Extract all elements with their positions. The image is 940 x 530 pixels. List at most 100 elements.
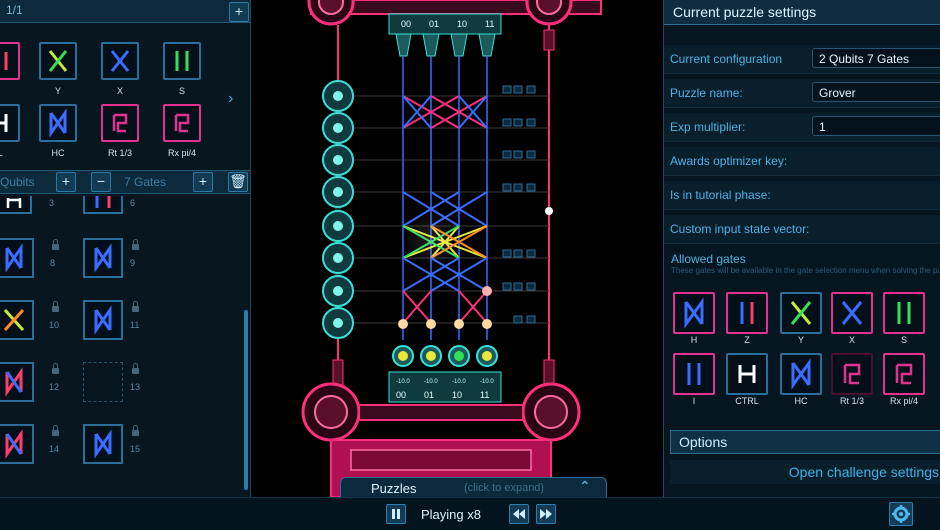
hc-gate-icon bbox=[49, 108, 67, 138]
next-page-arrow-icon[interactable]: › bbox=[228, 90, 233, 108]
expand-hint: (click to expand) bbox=[464, 482, 545, 494]
palette-gate-partial[interactable] bbox=[0, 42, 20, 80]
palette-gate-rt[interactable] bbox=[101, 104, 139, 142]
palette-gate-label: Rx pi/4 bbox=[167, 148, 196, 158]
settings-title: Current puzzle settings bbox=[673, 4, 817, 20]
add-gate-button[interactable]: + bbox=[193, 172, 213, 192]
allowed-gate-z[interactable] bbox=[726, 292, 768, 334]
gate-slot[interactable] bbox=[83, 300, 123, 340]
allowed-gate-label: I bbox=[692, 396, 696, 406]
palette-gate-label: RL bbox=[0, 148, 3, 158]
chevron-up-icon[interactable]: ⌃ bbox=[579, 478, 591, 495]
options-label: Options bbox=[679, 434, 728, 450]
allowed-gate-s[interactable] bbox=[883, 292, 925, 334]
gate-slot-empty[interactable] bbox=[83, 362, 123, 402]
fast-forward-button[interactable] bbox=[536, 504, 556, 524]
qubit-column bbox=[322, 80, 354, 339]
open-challenge-settings-button[interactable]: Open challenge settings bbox=[670, 460, 940, 484]
rail-marker bbox=[545, 207, 553, 215]
gate-slot[interactable] bbox=[0, 196, 32, 214]
allowed-gate-hc[interactable] bbox=[780, 353, 822, 395]
top-state-label: 00 bbox=[401, 19, 411, 29]
allowed-gates-description: These gates will be available in the gat… bbox=[671, 266, 940, 275]
allowed-gate-x[interactable] bbox=[831, 292, 873, 334]
allowed-gate-rx[interactable] bbox=[883, 353, 925, 395]
setting-label: Awards optimizer key: bbox=[670, 154, 788, 168]
top-state-label: 11 bbox=[485, 19, 494, 29]
setting-row-tutorial-phase[interactable]: Is in tutorial phase: bbox=[664, 181, 940, 210]
palette-gate-y[interactable] bbox=[39, 42, 77, 80]
gate-slot[interactable] bbox=[0, 424, 34, 464]
add-page-button[interactable]: + bbox=[229, 2, 249, 22]
quantum-circuit-board: 00 01 10 11 -10.0 -10.0 -10.0 -10.0 00 0… bbox=[301, 0, 602, 497]
options-header[interactable]: Options bbox=[670, 430, 940, 454]
allowed-gate-i[interactable] bbox=[673, 353, 715, 395]
slot-number: 8 bbox=[50, 258, 56, 268]
gate-slot[interactable] bbox=[0, 300, 34, 340]
slot-number: 15 bbox=[130, 444, 141, 454]
bottom-value-label: -10.0 bbox=[480, 379, 494, 385]
qubits-label: Qubits bbox=[0, 175, 35, 189]
setting-row-exp-multiplier: Exp multiplier: 1 bbox=[664, 113, 940, 142]
slot-number: 10 bbox=[49, 320, 60, 330]
setting-row-optimizer-key[interactable]: Awards optimizer key: bbox=[664, 147, 940, 176]
allowed-gate-ctrl[interactable] bbox=[726, 353, 768, 395]
gate-slot[interactable] bbox=[0, 238, 34, 278]
setting-label: Current configuration bbox=[670, 52, 783, 66]
allowed-gate-label: H bbox=[690, 335, 698, 345]
bottom-state-label: 11 bbox=[480, 390, 489, 400]
add-qubit-button[interactable]: + bbox=[56, 172, 76, 192]
palette-gate-rx[interactable] bbox=[163, 104, 201, 142]
exp-multiplier-input[interactable]: 1 bbox=[812, 116, 940, 136]
palette-gate-label: Y bbox=[54, 86, 61, 96]
allowed-gate-y[interactable] bbox=[780, 292, 822, 334]
trash-icon[interactable]: 🗑 bbox=[228, 172, 248, 192]
bottom-state-label: 01 bbox=[424, 390, 434, 400]
puzzle-name-input[interactable]: Grover bbox=[812, 82, 940, 102]
gate-slot[interactable] bbox=[83, 196, 123, 214]
y-gate-icon bbox=[48, 50, 68, 72]
setting-row-custom-state[interactable]: Custom input state vector: bbox=[664, 215, 940, 244]
lock-icon bbox=[52, 239, 59, 250]
setting-label: Is in tutorial phase: bbox=[670, 188, 771, 202]
palette-gate-s[interactable] bbox=[163, 42, 201, 80]
lock-icon bbox=[52, 363, 59, 374]
allowed-gate-h[interactable] bbox=[673, 292, 715, 334]
configuration-field[interactable]: 2 Qubits 7 Gates bbox=[812, 48, 940, 68]
allowed-gate-rt[interactable] bbox=[831, 353, 873, 395]
allowed-gate-label: Y bbox=[797, 335, 804, 345]
puzzles-tab[interactable]: Puzzles (click to expand) ⌃ bbox=[340, 477, 607, 498]
top-state-label: 01 bbox=[429, 19, 439, 29]
bottom-value-label: -10.0 bbox=[396, 379, 410, 385]
palette-gate-ctrl[interactable] bbox=[0, 104, 20, 142]
slot-number: 13 bbox=[130, 382, 141, 392]
slots-scrollbar[interactable] bbox=[244, 310, 248, 490]
gate-slot[interactable] bbox=[0, 362, 34, 402]
bottom-state-label: 10 bbox=[452, 390, 462, 400]
rewind-button[interactable] bbox=[509, 504, 529, 524]
configuration-value: 2 Qubits 7 Gates bbox=[819, 52, 910, 66]
bottom-state-label: 00 bbox=[396, 390, 406, 400]
allowed-gate-label: X bbox=[848, 335, 855, 345]
lock-icon bbox=[52, 425, 59, 436]
gate-slot[interactable] bbox=[83, 424, 123, 464]
gate-slot[interactable] bbox=[83, 238, 123, 278]
palette-gate-x[interactable] bbox=[101, 42, 139, 80]
remove-gate-button[interactable]: − bbox=[91, 172, 111, 192]
setting-label: Exp multiplier: bbox=[670, 120, 746, 134]
palette-page-indicator: 1/1 bbox=[6, 3, 23, 17]
pause-button[interactable] bbox=[386, 504, 406, 524]
allowed-gate-label: Rx pi/4 bbox=[889, 396, 918, 406]
s-gate-icon bbox=[175, 51, 189, 71]
slot-number: 11 bbox=[130, 320, 140, 330]
challenge-settings-label: Open challenge settings bbox=[788, 464, 939, 480]
slot-number: 9 bbox=[130, 258, 136, 268]
ctrl-gate-icon bbox=[0, 114, 8, 132]
exp-multiplier-value: 1 bbox=[819, 120, 826, 134]
settings-button[interactable] bbox=[889, 502, 913, 526]
rt-gate-icon bbox=[112, 113, 128, 133]
slot-number: 3 bbox=[49, 198, 55, 208]
palette-header: 1/1 + bbox=[0, 0, 250, 23]
palette-gate-hc[interactable] bbox=[39, 104, 77, 142]
setting-label: Custom input state vector: bbox=[670, 222, 810, 236]
